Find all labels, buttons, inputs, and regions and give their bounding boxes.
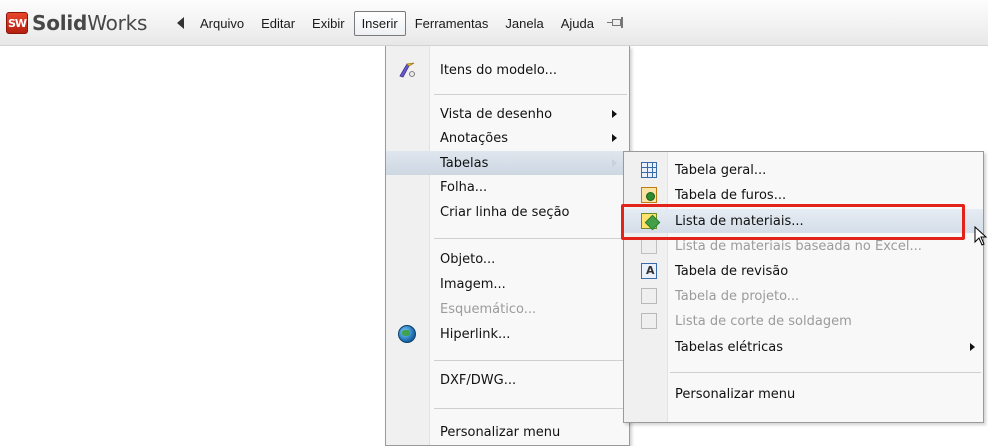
menu-item-personalizar-menu[interactable]: Personalizar menu	[386, 420, 629, 444]
menu-item-itens-do-modelo[interactable]: Itens do modelo...	[386, 58, 629, 82]
menu-inserir[interactable]: Inserir	[353, 10, 406, 36]
pin-icon[interactable]	[606, 16, 625, 30]
collapse-menu-arrow-icon[interactable]	[177, 17, 184, 29]
mouse-cursor-icon	[974, 226, 988, 246]
separator	[434, 94, 627, 95]
submenu-item-tabela-geral[interactable]: Tabela geral...	[624, 158, 983, 182]
insert-menu: Itens do modelo... Vista de desenho Anot…	[385, 46, 630, 446]
submenu-arrow-icon	[970, 343, 975, 351]
submenu-item-label: Lista de materiais...	[675, 213, 804, 229]
menu-ferramentas[interactable]: Ferramentas	[407, 11, 497, 36]
submenu-item-label: Tabela de revisão	[675, 263, 789, 279]
logo-text: SolidWorks	[32, 11, 147, 35]
submenu-item-tabela-de-furos[interactable]: Tabela de furos...	[624, 183, 983, 207]
menu-item-label: Criar linha de seção	[440, 204, 570, 220]
menu-exibir[interactable]: Exibir	[304, 11, 353, 36]
submenu-item-personalizar-menu[interactable]: Personalizar menu	[624, 382, 983, 406]
submenu-arrow-icon	[612, 110, 617, 118]
menu-item-label: Personalizar menu	[440, 424, 561, 440]
menu-item-label: Objeto...	[440, 251, 496, 267]
excel-bom-icon	[641, 238, 657, 254]
menu-item-label: Imagem...	[440, 276, 506, 292]
menu-item-esquematico: Esquemático...	[386, 297, 629, 321]
submenu-item-label: Tabela geral...	[675, 162, 767, 178]
tables-submenu: Tabela geral... Tabela de furos... Lista…	[623, 151, 984, 423]
submenu-item-lista-de-materiais-excel: Lista de materiais baseada no Excel...	[624, 234, 983, 258]
logo-badge: SW	[6, 12, 28, 34]
general-table-icon	[641, 162, 657, 178]
separator	[434, 238, 627, 239]
menu-item-hiperlink[interactable]: Hiperlink...	[386, 322, 629, 346]
submenu-item-label: Lista de corte de soldagem	[675, 313, 852, 329]
menu-item-label: DXF/DWG...	[440, 372, 517, 388]
model-items-icon	[399, 62, 415, 78]
submenu-item-lista-de-corte-de-soldagem: Lista de corte de soldagem	[624, 309, 983, 333]
weldment-cut-list-icon	[641, 313, 657, 329]
menu-item-dxf-dwg[interactable]: DXF/DWG...	[386, 368, 629, 392]
menu-item-label: Folha...	[440, 179, 488, 195]
menu-item-criar-linha-de-secao[interactable]: Criar linha de seção	[386, 200, 629, 224]
submenu-item-label: Lista de materiais baseada no Excel...	[675, 238, 922, 254]
design-table-icon	[641, 288, 657, 304]
menu-item-label: Tabelas	[440, 155, 489, 171]
separator	[434, 408, 627, 409]
submenu-item-label: Tabela de projeto...	[675, 288, 800, 304]
menu-bar: SW SolidWorks Arquivo Editar Exibir Inse…	[0, 0, 988, 46]
solidworks-logo[interactable]: SW SolidWorks	[6, 11, 147, 35]
submenu-item-label: Tabela de furos...	[675, 187, 787, 203]
submenu-item-lista-de-materiais[interactable]: Lista de materiais...	[624, 209, 983, 233]
submenu-arrow-icon	[612, 159, 617, 167]
menu-item-anotacoes[interactable]: Anotações	[386, 126, 629, 150]
menu-item-tabelas[interactable]: Tabelas	[386, 151, 629, 175]
submenu-item-tabela-de-projeto: Tabela de projeto...	[624, 284, 983, 308]
menu-item-label: Itens do modelo...	[440, 62, 558, 78]
separator	[434, 360, 627, 361]
submenu-item-label: Tabelas elétricas	[675, 339, 784, 355]
menu-item-imagem[interactable]: Imagem...	[386, 272, 629, 296]
logo-text-regular: Works	[87, 11, 148, 35]
menu-item-label: Esquemático...	[440, 301, 537, 317]
bom-icon	[641, 213, 657, 229]
globe-icon	[398, 325, 416, 343]
logo-text-bold: Solid	[32, 11, 88, 35]
submenu-arrow-icon	[612, 134, 617, 142]
menu-arquivo[interactable]: Arquivo	[192, 11, 252, 36]
menu-item-label: Anotações	[440, 130, 509, 146]
menu-item-objeto[interactable]: Objeto...	[386, 247, 629, 271]
menu-item-label: Vista de desenho	[440, 106, 553, 122]
menu-janela[interactable]: Janela	[497, 11, 551, 36]
hole-table-icon	[641, 187, 657, 203]
separator	[670, 372, 981, 373]
menu-ajuda[interactable]: Ajuda	[553, 11, 602, 36]
revision-table-icon	[641, 263, 657, 279]
menu-item-label: Hiperlink...	[440, 326, 511, 342]
menu-editar[interactable]: Editar	[253, 11, 303, 36]
menu-item-vista-de-desenho[interactable]: Vista de desenho	[386, 102, 629, 126]
submenu-item-tabelas-eletricas[interactable]: Tabelas elétricas	[624, 335, 983, 359]
menu-items: Arquivo Editar Exibir Inserir Ferramenta…	[192, 0, 625, 46]
submenu-item-label: Personalizar menu	[675, 386, 796, 402]
submenu-item-tabela-de-revisao[interactable]: Tabela de revisão	[624, 259, 983, 283]
menu-item-folha[interactable]: Folha...	[386, 175, 629, 199]
